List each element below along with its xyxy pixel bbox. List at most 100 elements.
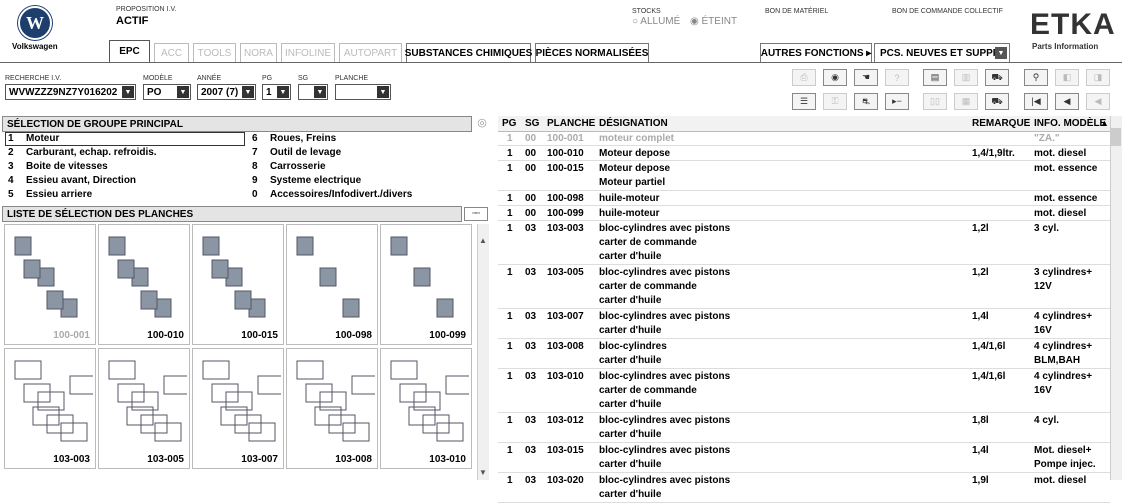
table-row[interactable]: 1 00 100-098 huile-moteur mot. essence (498, 192, 1110, 206)
vin-field[interactable]: WVWZZZ9NZ7Y016202 ▼ (5, 84, 136, 100)
thumbnail-planche[interactable]: 100-099 (380, 224, 472, 345)
group-item-1[interactable]: 1 Moteur (8, 132, 59, 146)
thumbnail-planche[interactable]: 103-005 (98, 348, 190, 469)
thumbnail-planche[interactable]: 100-015 (192, 224, 284, 345)
search-parts-icon[interactable]: ◉ (823, 69, 847, 86)
cart-add-icon[interactable]: ⛟ (985, 69, 1009, 86)
table-row[interactable]: 1 00 100-015 Moteur depose Moteur partiel mot… (498, 162, 1110, 191)
tab-pieces-normalisees[interactable]: PIÈCES NORMALISÉES (535, 43, 649, 62)
engine-diagram-image (296, 360, 375, 442)
thumbnail-planche[interactable]: 100-001 (4, 224, 96, 345)
grid-view-icon[interactable]: ▫▫▫ (464, 207, 488, 221)
screens-icon[interactable]: ▯▯ (923, 93, 947, 110)
doc-icon[interactable]: ▦ (954, 93, 978, 110)
thumbnail-planche[interactable]: 103-010 (380, 348, 472, 469)
group-item-0[interactable]: 0 Accessoires/Infodivert./divers (252, 188, 412, 202)
print-icon[interactable]: ⎙ (792, 69, 816, 86)
hand-icon[interactable]: ☚ (854, 69, 878, 86)
col-designation[interactable]: DÉSIGNATION (599, 118, 668, 129)
thumbnail-planche[interactable]: 103-003 (4, 348, 96, 469)
cell-info-modele: 4 cylindres+ (1034, 341, 1093, 352)
group-item-5[interactable]: 5 Essieu arriere (8, 188, 92, 202)
group-item-6[interactable]: 6 Roues, Freins (252, 132, 336, 146)
table-row[interactable]: 1 03 103-020 bloc-cylindres avec pistons car… (498, 474, 1110, 503)
cell-info-modele: mot. diesel (1034, 208, 1087, 219)
table-row[interactable]: 1 03 103-012 bloc-cylindres avec pistons car… (498, 414, 1110, 443)
col-planche[interactable]: PLANCHE (547, 118, 595, 129)
help-icon[interactable]: ? (885, 69, 909, 86)
thumbnail-planche[interactable]: 100-010 (98, 224, 190, 345)
cell-pg: 1 (507, 475, 513, 486)
table-row[interactable]: 1 00 100-010 Moteur depose 1,4/1,9ltr. mot. d… (498, 147, 1110, 161)
annee-select[interactable]: 2007 (7) ▼ (197, 84, 256, 100)
autres-fonctions-button[interactable]: AUTRES FONCTIONS ▸ (760, 43, 872, 62)
group-item-9[interactable]: 9 Systeme electrique (252, 174, 361, 188)
vin-label: RECHERCHE I.V. (5, 75, 62, 82)
cell-sg: 00 (525, 133, 537, 144)
col-info-modele[interactable]: INFO. MODÈLE (1034, 118, 1106, 129)
tab-substances-chimiques[interactable]: SUBSTANCES CHIMIQUES (405, 43, 532, 62)
group-label: Roues, Freins (270, 133, 337, 144)
scroll-up-icon[interactable]: ▲ (478, 236, 488, 250)
thumbnail-planche[interactable]: 103-008 (286, 348, 378, 469)
key-icon[interactable]: ⚿ (823, 93, 847, 110)
bon-commande-link[interactable]: BON DE COMMANDE COLLECTIF (892, 8, 1003, 15)
table-row[interactable]: 1 00 100-099 huile-moteur mot. diesel (498, 207, 1110, 221)
group-item-2[interactable]: 2 Carburant, echap. refroidis. (8, 146, 157, 160)
tab-acc[interactable]: ACC (154, 43, 189, 62)
pin-icon[interactable]: ⚲ (1024, 69, 1048, 86)
col-pg[interactable]: PG (502, 118, 516, 129)
stocks-off-radio[interactable]: ◉ ÉTEINT (690, 16, 737, 27)
table-row[interactable]: 1 00 100-001 moteur complet "ZA." (498, 132, 1110, 146)
first-page-icon[interactable]: |◀ (1024, 93, 1048, 110)
cart-icon[interactable]: ⛟ (985, 93, 1009, 110)
sort-up-icon[interactable]: ▲ (1100, 118, 1109, 128)
list-icon[interactable]: ☰ (792, 93, 816, 110)
group-item-8[interactable]: 8 Carrosserie (252, 160, 326, 174)
cell-info-modele: 16V (1034, 385, 1052, 396)
autres-fonctions-select[interactable]: PCS. NEUVES ET SUPPR. ▼ (874, 43, 1010, 62)
group-item-3[interactable]: 3 Boite de vitesses (8, 160, 108, 174)
table-row[interactable]: 1 03 103-007 bloc-cylindres avec pistons car… (498, 310, 1110, 339)
col-remarque[interactable]: REMARQUE (972, 118, 1030, 129)
table-row[interactable]: 1 03 103-008 bloc-cylindres carter d'huile 1,… (498, 340, 1110, 369)
thumbnail-planche[interactable]: 103-007 (192, 348, 284, 469)
group-item-4[interactable]: 4 Essieu avant, Direction (8, 174, 136, 188)
scroll-down-icon[interactable]: ▼ (478, 468, 488, 480)
cell-info-modele: mot. essence (1034, 163, 1098, 174)
cell-pg: 1 (507, 133, 513, 144)
thumbnail-scrollbar[interactable] (477, 224, 489, 480)
table-row[interactable]: 1 03 103-003 bloc-cylindres avec pistons car… (498, 222, 1110, 265)
tab-autopart[interactable]: AUTOPART (339, 43, 402, 62)
col-sg[interactable]: SG (525, 118, 539, 129)
bon-materiel-link[interactable]: BON DE MATÉRIEL (765, 8, 828, 15)
planche-select[interactable]: ▼ (335, 84, 391, 100)
elsa-icon[interactable]: ▤ (923, 69, 947, 86)
stocks-on-radio[interactable]: ○ ALLUMÉ (632, 16, 680, 27)
service-icon[interactable]: ▥ (954, 69, 978, 86)
vehicle-icon[interactable]: ⛐ (854, 93, 878, 110)
pg-select[interactable]: 1 ▼ (262, 84, 291, 100)
table-scroll-thumb[interactable] (1111, 128, 1121, 146)
tab-tools[interactable]: TOOLS (193, 43, 236, 62)
tab-nora[interactable]: NORA (240, 43, 277, 62)
sg-label: SG (298, 75, 309, 82)
table-row[interactable]: 1 03 103-010 bloc-cylindres avec pistons car… (498, 370, 1110, 413)
sg-select[interactable]: ▼ (298, 84, 328, 100)
eye-icon[interactable]: ◎ (474, 116, 490, 132)
table-row[interactable]: 1 03 103-015 bloc-cylindres avec pistons car… (498, 444, 1110, 473)
arrow-dash-icon[interactable]: ▸− (885, 93, 909, 110)
next-page-icon[interactable]: ◨ (1086, 69, 1110, 86)
thumbnail-planche[interactable]: 100-098 (286, 224, 378, 345)
table-row[interactable]: 1 03 103-005 bloc-cylindres avec pistons car… (498, 266, 1110, 309)
table-scrollbar[interactable] (1110, 116, 1122, 480)
tab-infoline[interactable]: INFOLINE (281, 43, 335, 62)
prev-page-icon[interactable]: ◧ (1055, 69, 1079, 86)
previous-icon[interactable]: ◀ (1055, 93, 1079, 110)
next-icon[interactable]: ◀ (1086, 93, 1110, 110)
modele-select[interactable]: PO ▼ (143, 84, 191, 100)
tab-epc[interactable]: EPC (109, 40, 150, 62)
cell-remarque: 1,4l (972, 445, 989, 456)
group-num: 1 (8, 133, 14, 144)
group-item-7[interactable]: 7 Outil de levage (252, 146, 341, 160)
